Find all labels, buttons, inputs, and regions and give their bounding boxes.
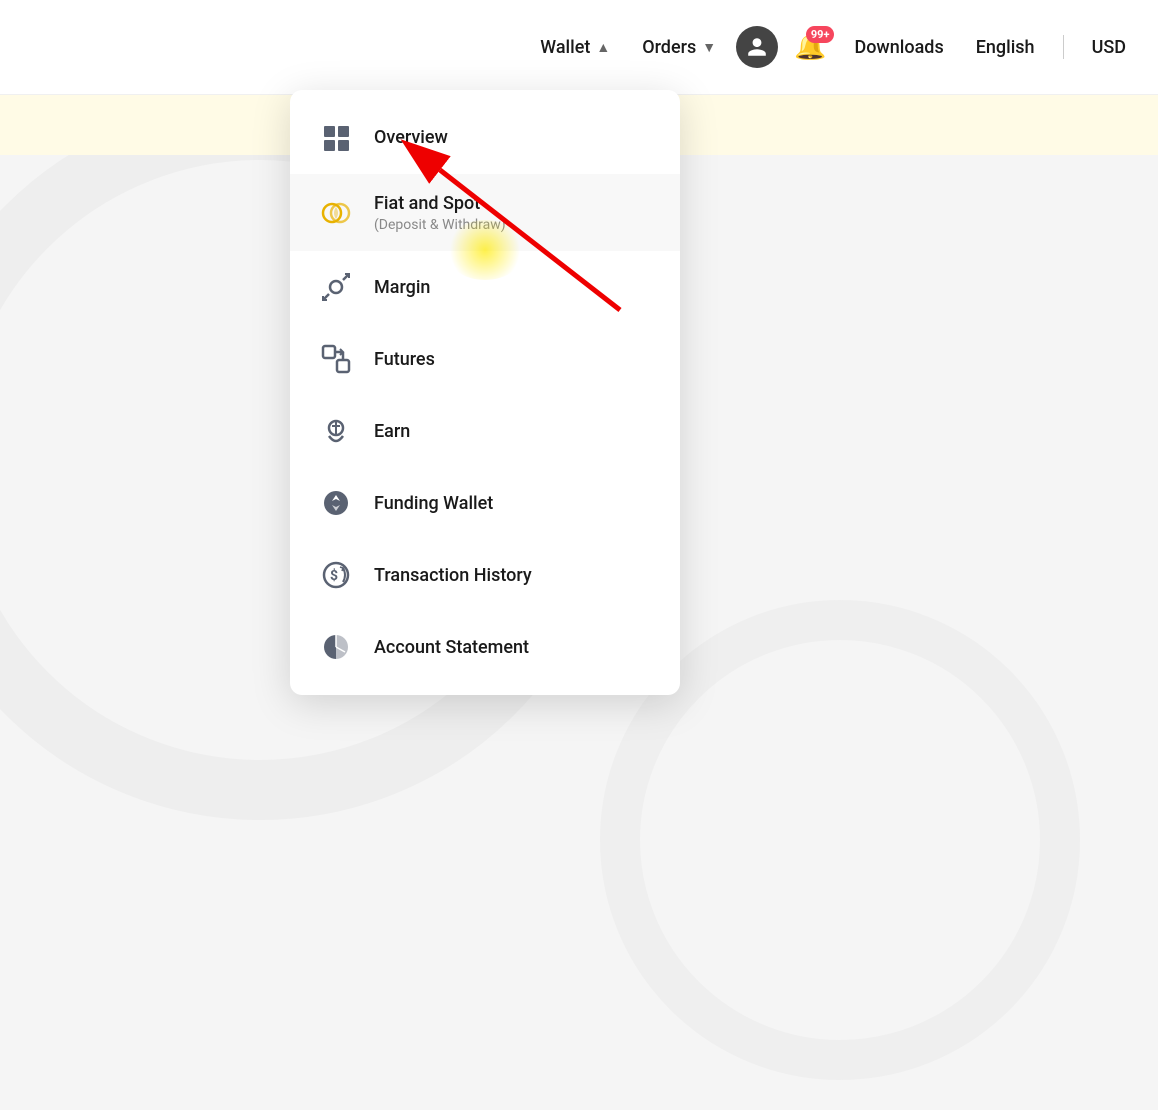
fiat-spot-text: Fiat and Spot (Deposit & Withdraw) (374, 192, 506, 233)
currency-nav-item[interactable]: USD (1080, 29, 1138, 66)
notification-wrapper[interactable]: 🔔 99+ (786, 24, 834, 70)
notification-badge: 99+ (806, 26, 835, 43)
history-icon: $ (318, 557, 354, 593)
svg-text:$: $ (330, 567, 338, 584)
earn-label: Earn (374, 420, 410, 443)
menu-item-history[interactable]: $ Transaction History (290, 539, 680, 611)
futures-label: Futures (374, 348, 435, 371)
margin-icon (318, 269, 354, 305)
menu-item-funding[interactable]: Funding Wallet (290, 467, 680, 539)
currency-label: USD (1092, 37, 1126, 58)
nav-items: Wallet ▲ Orders ▼ 🔔 99+ Downloads Englis… (528, 24, 1138, 70)
funding-label: Funding Wallet (374, 492, 493, 515)
funding-icon (318, 485, 354, 521)
downloads-label: Downloads (854, 37, 943, 58)
overview-label: Overview (374, 126, 448, 149)
language-nav-item[interactable]: English (964, 29, 1047, 66)
orders-nav-item[interactable]: Orders ▼ (630, 29, 728, 66)
margin-text: Margin (374, 276, 430, 299)
wallet-dropdown-menu: Overview Fiat and Spot (Deposit & Withdr… (290, 90, 680, 695)
navbar: Wallet ▲ Orders ▼ 🔔 99+ Downloads Englis… (0, 0, 1158, 95)
earn-icon (318, 413, 354, 449)
orders-arrow-down-icon: ▼ (702, 39, 716, 56)
wallet-label: Wallet (540, 37, 590, 58)
wallet-arrow-up-icon: ▲ (596, 39, 610, 56)
menu-item-overview[interactable]: Overview (290, 102, 680, 174)
futures-icon (318, 341, 354, 377)
overview-text: Overview (374, 126, 448, 149)
history-text: Transaction History (374, 564, 532, 587)
menu-item-fiat-spot[interactable]: Fiat and Spot (Deposit & Withdraw) (290, 174, 680, 251)
user-avatar[interactable] (736, 26, 778, 68)
menu-item-statement[interactable]: Account Statement (290, 611, 680, 683)
menu-item-earn[interactable]: Earn (290, 395, 680, 467)
menu-item-futures[interactable]: Futures (290, 323, 680, 395)
orders-label: Orders (642, 37, 696, 58)
statement-icon (318, 629, 354, 665)
funding-text: Funding Wallet (374, 492, 493, 515)
futures-text: Futures (374, 348, 435, 371)
overview-icon (318, 120, 354, 156)
earn-text: Earn (374, 420, 410, 443)
menu-item-margin[interactable]: Margin (290, 251, 680, 323)
nav-divider (1063, 35, 1064, 59)
margin-label: Margin (374, 276, 430, 299)
statement-text: Account Statement (374, 636, 529, 659)
downloads-nav-item[interactable]: Downloads (842, 29, 955, 66)
wallet-nav-item[interactable]: Wallet ▲ (528, 29, 622, 66)
fiat-spot-icon (318, 195, 354, 231)
statement-label: Account Statement (374, 636, 529, 659)
fiat-spot-label: Fiat and Spot (374, 192, 506, 215)
english-label: English (976, 37, 1035, 58)
history-label: Transaction History (374, 564, 532, 587)
fiat-spot-sublabel: (Deposit & Withdraw) (374, 217, 506, 233)
